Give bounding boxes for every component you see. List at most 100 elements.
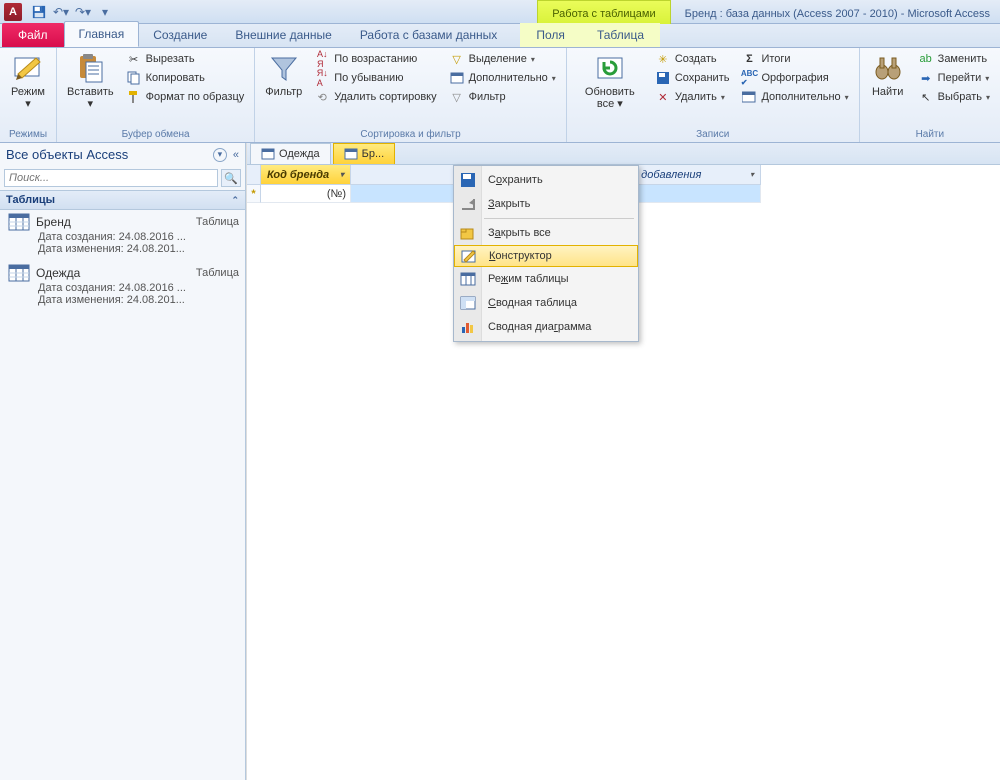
format-painter-label: Формат по образцу — [146, 91, 245, 103]
ribbon: Режим▾ Режимы Вставить▾ ✂Вырезать Копиро… — [0, 48, 1000, 143]
menu-item-label: Режим таблицы — [488, 273, 569, 285]
group-find-label: Найти — [866, 127, 994, 142]
totals-label: Итоги — [761, 53, 790, 65]
sort-asc-label: По возрастанию — [334, 53, 417, 65]
nav-item-name: Бренд — [36, 215, 71, 229]
find-label: Найти — [872, 86, 903, 98]
navigation-pane: Все объекты Access ▾ « 🔍 Таблицы ⌃ Бренд… — [0, 143, 246, 780]
tab-create[interactable]: Создание — [139, 23, 221, 47]
title-bar: A ↶▾ ↷▾ ▾ Работа с таблицами Бренд : баз… — [0, 0, 1000, 24]
search-button[interactable]: 🔍 — [221, 169, 241, 187]
menu-item-close[interactable]: Закрыть — [454, 192, 638, 216]
column-header-key[interactable]: Код бренда▾ — [261, 165, 351, 185]
select-button[interactable]: ↖Выбрать — [914, 88, 994, 106]
copy-label: Копировать — [146, 72, 205, 84]
cell-key-new[interactable]: (№) — [261, 185, 351, 203]
new-record-button[interactable]: ✳Создать — [651, 50, 734, 68]
remove-sort-button[interactable]: ⟲ Удалить сортировку — [310, 88, 440, 106]
collapse-group-icon[interactable]: ⌃ — [231, 195, 239, 206]
select-all-corner[interactable] — [247, 165, 261, 185]
find-button[interactable]: Найти — [866, 50, 910, 100]
remove-sort-label: Удалить сортировку — [334, 91, 436, 103]
pivot-chart-icon — [458, 317, 478, 337]
menu-item-label: Конструктор — [489, 250, 552, 262]
tab-external-data[interactable]: Внешние данные — [221, 23, 346, 47]
search-icon: 🔍 — [224, 172, 238, 185]
menu-item-close-all[interactable]: Закрыть все — [454, 221, 638, 245]
save-record-button[interactable]: Сохранить — [651, 69, 734, 87]
menu-item-datasheet-view[interactable]: Режим таблицы — [454, 267, 638, 291]
sort-desc-button[interactable]: Я↓AПо убыванию — [310, 69, 440, 87]
nav-item-modified: Дата изменения: 24.08.201... — [8, 294, 239, 306]
column-dropdown-icon[interactable]: ▾ — [340, 170, 344, 179]
nav-collapse-icon[interactable]: « — [233, 149, 239, 161]
menu-item-label: Закрыть — [488, 198, 530, 210]
tab-home[interactable]: Главная — [64, 21, 140, 47]
nav-pane-header[interactable]: Все объекты Access ▾ « — [0, 143, 245, 166]
sort-asc-button[interactable]: A↓ЯПо возрастанию — [310, 50, 440, 68]
copy-button[interactable]: Копировать — [122, 69, 249, 87]
paste-icon — [74, 52, 106, 84]
quick-access-toolbar: ↶▾ ↷▾ ▾ — [30, 3, 114, 21]
doc-tab-brand[interactable]: Бр... — [333, 143, 396, 164]
more-records-button[interactable]: Дополнительно — [737, 88, 852, 106]
toggle-filter-button[interactable]: ▽Фильтр — [445, 88, 560, 106]
selection-filter-button[interactable]: ▽Выделение — [445, 50, 560, 68]
table-icon — [8, 213, 30, 231]
nav-item-brand[interactable]: Бренд Таблица Дата создания: 24.08.2016 … — [0, 210, 245, 261]
menu-item-design-view[interactable]: Конструктор — [454, 245, 638, 267]
sort-desc-icon: Я↓A — [314, 70, 330, 86]
design-icon — [459, 246, 479, 266]
goto-label: Перейти — [938, 72, 982, 84]
refresh-all-button[interactable]: Обновить все ▾ — [573, 50, 647, 112]
group-sort-filter: Фильтр A↓ЯПо возрастанию Я↓AПо убыванию … — [255, 48, 567, 142]
nav-item-clothes[interactable]: Одежда Таблица Дата создания: 24.08.2016… — [0, 261, 245, 312]
file-tab[interactable]: Файл — [2, 23, 64, 47]
doc-tab-clothes[interactable]: Одежда — [250, 143, 331, 164]
view-mode-button[interactable]: Режим▾ — [6, 50, 50, 112]
replace-button[interactable]: abЗаменить — [914, 50, 994, 68]
menu-item-pivot-table[interactable]: Сводная таблица — [454, 291, 638, 315]
table-icon — [8, 264, 30, 282]
delete-record-label: Удалить — [675, 91, 717, 103]
ribbon-tabs: Файл Главная Создание Внешние данные Раб… — [0, 24, 1000, 48]
advanced-filter-button[interactable]: Дополнительно — [445, 69, 560, 87]
paste-button[interactable]: Вставить▾ — [63, 50, 118, 112]
tab-fields[interactable]: Поля — [520, 23, 581, 47]
nav-item-type: Таблица — [196, 267, 239, 279]
filter-label: Фильтр — [265, 86, 302, 98]
search-input[interactable] — [4, 169, 218, 187]
goto-button[interactable]: ➡Перейти — [914, 69, 994, 87]
qat-redo-icon[interactable]: ↷▾ — [74, 3, 92, 21]
window-title: Бренд : база данных (Access 2007 - 2010)… — [671, 4, 1000, 20]
qat-save-icon[interactable] — [30, 3, 48, 21]
more-icon — [741, 89, 757, 105]
delete-record-button[interactable]: ✕Удалить — [651, 88, 734, 106]
row-selector-new[interactable]: * — [247, 185, 261, 203]
tables-group-header[interactable]: Таблицы ⌃ — [0, 190, 245, 210]
cell-value: (№) — [327, 188, 346, 200]
menu-item-pivot-chart[interactable]: Сводная диаграмма — [454, 315, 638, 339]
nav-dropdown-icon[interactable]: ▾ — [213, 148, 227, 162]
spelling-label: Орфография — [761, 72, 828, 84]
advanced-icon — [449, 70, 465, 86]
format-painter-button[interactable]: Формат по образцу — [122, 88, 249, 106]
tab-table[interactable]: Таблица — [581, 23, 660, 47]
menu-item-label: Сводная таблица — [488, 297, 577, 309]
qat-customize-icon[interactable]: ▾ — [96, 3, 114, 21]
filter-button[interactable]: Фильтр — [261, 50, 306, 100]
cut-label: Вырезать — [146, 53, 195, 65]
menu-item-label: Закрыть все — [488, 227, 551, 239]
spelling-button[interactable]: ABC✔Орфография — [737, 69, 852, 87]
qat-undo-icon[interactable]: ↶▾ — [52, 3, 70, 21]
tab-database-tools[interactable]: Работа с базами данных — [346, 23, 511, 47]
cut-button[interactable]: ✂Вырезать — [122, 50, 249, 68]
remove-sort-icon: ⟲ — [314, 89, 330, 105]
nav-item-created: Дата создания: 24.08.2016 ... — [8, 282, 239, 294]
menu-item-save[interactable]: Сохранить — [454, 168, 638, 192]
menu-item-label: Сохранить — [488, 174, 543, 186]
group-clipboard-label: Буфер обмена — [63, 127, 248, 142]
totals-button[interactable]: ΣИтоги — [737, 50, 852, 68]
doc-tab-label: Одежда — [279, 148, 320, 160]
pivot-table-icon — [458, 293, 478, 313]
